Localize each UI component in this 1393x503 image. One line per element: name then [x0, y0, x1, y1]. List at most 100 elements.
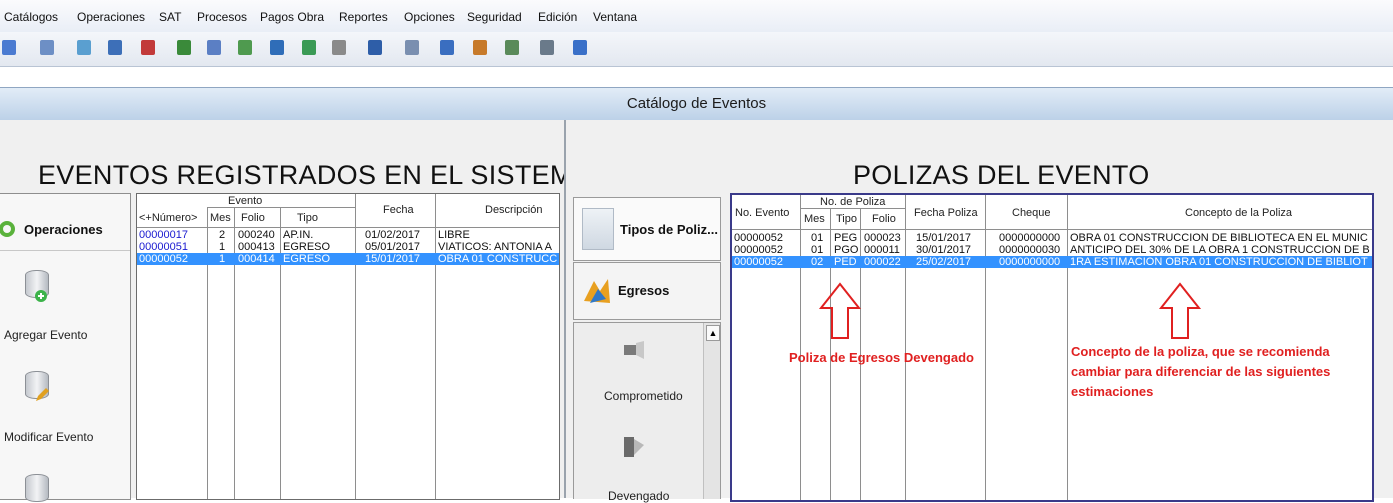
- list-icon[interactable]: [405, 40, 419, 55]
- table-row-cell[interactable]: VIATICOS: ANTONIA A: [438, 241, 558, 253]
- table-row-cell[interactable]: EGRESO: [283, 241, 353, 253]
- users-icon[interactable]: [505, 40, 519, 55]
- events-grid[interactable]: Evento <+Número> Mes Folio Tipo Fecha De…: [136, 193, 560, 500]
- col-descripcion[interactable]: Descripción: [485, 204, 542, 216]
- table-row-cell[interactable]: 0000000000: [999, 256, 1066, 268]
- table-row-cell[interactable]: 30/01/2017: [916, 244, 984, 256]
- mail-icon[interactable]: [207, 40, 221, 55]
- cart-icon[interactable]: [332, 40, 346, 55]
- table-row-cell[interactable]: 1RA ESTIMACION OBRA 01 CONSTRUCCION DE B…: [1070, 256, 1370, 268]
- tree-icon[interactable]: [77, 40, 91, 55]
- table-row-cell[interactable]: 00000051: [139, 241, 205, 253]
- save-icon[interactable]: [540, 40, 554, 55]
- table-row-cell[interactable]: 00000052: [734, 244, 798, 256]
- building-icon[interactable]: [177, 40, 191, 55]
- arrow-icon[interactable]: [573, 40, 587, 55]
- table-row-cell[interactable]: EGRESO: [283, 253, 353, 265]
- table-row-cell[interactable]: 1: [219, 253, 233, 265]
- table-row-cell[interactable]: 00000017: [139, 229, 205, 241]
- scrollbar[interactable]: ▲: [703, 323, 720, 499]
- tipos-poliza-label: Tipos de Poliz...: [620, 222, 718, 237]
- add-event-label[interactable]: Agregar Evento: [4, 328, 87, 342]
- menu-bar: Catálogos Operaciones SAT Procesos Pagos…: [0, 0, 1393, 32]
- scroll-up-icon[interactable]: ▲: [706, 325, 720, 341]
- bar-chart-icon[interactable]: [108, 40, 122, 55]
- table-row-cell[interactable]: 000240: [238, 229, 278, 241]
- col-cheque[interactable]: Cheque: [1012, 207, 1051, 219]
- table-row-cell[interactable]: 0000000000: [999, 232, 1066, 244]
- money-icon[interactable]: [141, 40, 155, 55]
- menu-reportes[interactable]: Reportes: [339, 10, 388, 24]
- col-folio[interactable]: Folio: [241, 212, 265, 224]
- table-row-cell[interactable]: 15/01/2017: [916, 232, 984, 244]
- table-row-cell[interactable]: PEG: [834, 232, 859, 244]
- table-row-cell[interactable]: 000414: [238, 253, 278, 265]
- menu-operaciones[interactable]: Operaciones: [77, 10, 145, 24]
- menu-seguridad[interactable]: Seguridad: [467, 10, 522, 24]
- table-row-cell[interactable]: PED: [834, 256, 859, 268]
- table-row-cell[interactable]: 00000052: [734, 232, 798, 244]
- globe-icon[interactable]: [473, 40, 487, 55]
- notes-icon[interactable]: [440, 40, 454, 55]
- table-row-cell[interactable]: 000413: [238, 241, 278, 253]
- report-icon[interactable]: [238, 40, 252, 55]
- grid-icon[interactable]: [2, 40, 16, 55]
- col-concepto[interactable]: Concepto de la Poliza: [1185, 207, 1292, 219]
- table-row-cell[interactable]: 1: [219, 241, 233, 253]
- operations-label[interactable]: Operaciones: [24, 222, 103, 237]
- menu-opciones[interactable]: Opciones: [404, 10, 455, 24]
- dollar-icon[interactable]: [270, 40, 284, 55]
- table-row-cell[interactable]: 01: [811, 232, 829, 244]
- col-mes[interactable]: Mes: [210, 212, 231, 224]
- group-header-line: [207, 207, 355, 208]
- table-row-cell[interactable]: 01: [811, 244, 829, 256]
- table-row-cell[interactable]: 02: [811, 256, 829, 268]
- table-row-cell[interactable]: 2: [219, 229, 233, 241]
- egresos-group[interactable]: Egresos: [573, 262, 721, 320]
- col-sep: [280, 207, 281, 499]
- document-icon[interactable]: [368, 40, 382, 55]
- table-row-cell[interactable]: OBRA 01 CONSTRUCCION DE BIBLIOTECA EN EL…: [1070, 232, 1370, 244]
- table-row-cell[interactable]: 05/01/2017: [365, 241, 433, 253]
- table-row-cell[interactable]: LIBRE: [438, 229, 558, 241]
- devengado-icon[interactable]: [622, 435, 646, 459]
- egresos-list: ▲ Comprometido Devengado: [573, 322, 721, 503]
- table-row-cell[interactable]: OBRA 01 CONSTRUCCIO: [438, 253, 558, 265]
- table-row-cell[interactable]: PGO: [834, 244, 859, 256]
- menu-procesos[interactable]: Procesos: [197, 10, 247, 24]
- polizas-heading: POLIZAS DEL EVENTO: [853, 160, 1150, 190]
- table-row-cell[interactable]: 000022: [864, 256, 904, 268]
- table-row-cell[interactable]: 00000052: [139, 253, 205, 265]
- col-tipo[interactable]: Tipo: [297, 212, 318, 224]
- table-row-cell[interactable]: ANTICIPO DEL 30% DE LA OBRA 1 CONSTRUCCI…: [1070, 244, 1370, 256]
- devengado-label[interactable]: Devengado: [608, 489, 669, 503]
- col-no-evento[interactable]: No. Evento: [735, 207, 789, 219]
- modify-event-label[interactable]: Modificar Evento: [4, 430, 93, 444]
- menu-edicion[interactable]: Edición: [538, 10, 577, 24]
- table-row-cell[interactable]: 000023: [864, 232, 904, 244]
- menu-pagos-obra[interactable]: Pagos Obra: [260, 10, 324, 24]
- table-row-cell[interactable]: 01/02/2017: [365, 229, 433, 241]
- leaf-icon[interactable]: [302, 40, 316, 55]
- calendar-icon[interactable]: [40, 40, 54, 55]
- col-mes[interactable]: Mes: [804, 213, 825, 225]
- comprometido-icon[interactable]: [622, 339, 646, 363]
- comprometido-label[interactable]: Comprometido: [604, 389, 683, 403]
- up-arrow-icon: [818, 282, 862, 339]
- table-row-cell[interactable]: 15/01/2017: [365, 253, 433, 265]
- menu-ventana[interactable]: Ventana: [593, 10, 637, 24]
- table-row-cell[interactable]: AP.IN.: [283, 229, 353, 241]
- table-row-cell[interactable]: 0000000030: [999, 244, 1066, 256]
- menu-catalogos[interactable]: Catálogos: [4, 10, 58, 24]
- col-tipo[interactable]: Tipo: [836, 213, 857, 225]
- table-row-cell[interactable]: 25/02/2017: [916, 256, 984, 268]
- col-fecha[interactable]: Fecha: [383, 204, 414, 216]
- menu-sat[interactable]: SAT: [159, 10, 181, 24]
- col-folio[interactable]: Folio: [872, 213, 896, 225]
- tipos-poliza-header[interactable]: Tipos de Poliz...: [573, 197, 721, 261]
- col-numero[interactable]: <+Número>: [139, 212, 197, 224]
- col-fecha-poliza[interactable]: Fecha Poliza: [914, 207, 978, 219]
- table-row-cell[interactable]: 000011: [864, 244, 904, 256]
- no-poliza-group-header: No. de Poliza: [820, 196, 886, 208]
- table-row-cell[interactable]: 00000052: [734, 256, 798, 268]
